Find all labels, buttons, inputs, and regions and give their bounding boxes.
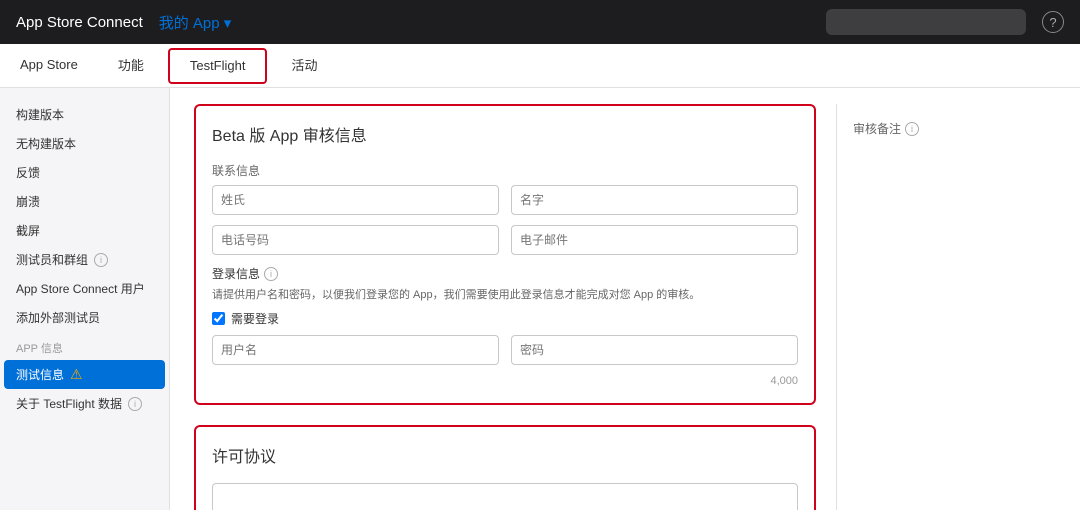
license-title: 许可协议 [212, 443, 798, 467]
beta-review-title: Beta 版 App 审核信息 [212, 122, 798, 146]
login-info-label: 登录信息 i [212, 265, 798, 282]
content-inner: Beta 版 App 审核信息 联系信息 登录信息 i 请提供用户名和密 [194, 104, 1056, 510]
license-section: 许可协议 [194, 425, 816, 510]
app-store-connect-title: App Store Connect [16, 14, 143, 31]
sidebar-item-builds[interactable]: 构建版本 [0, 100, 169, 129]
tab-bar: App Store 功能 TestFlight 活动 [0, 44, 1080, 88]
username-input[interactable] [212, 335, 499, 365]
tab-activity[interactable]: 活动 [271, 44, 337, 88]
contact-info-label: 联系信息 [212, 162, 798, 179]
sidebar-item-crashes[interactable]: 崩溃 [0, 187, 169, 216]
sidebar-item-no-builds[interactable]: 无构建版本 [0, 129, 169, 158]
email-input[interactable] [511, 225, 798, 255]
app-name-link[interactable]: 我的 App ▾ [159, 12, 232, 33]
beta-review-section: Beta 版 App 审核信息 联系信息 登录信息 i 请提供用户名和密 [194, 104, 816, 405]
about-testflight-info-icon: i [128, 397, 142, 411]
password-input[interactable] [511, 335, 798, 365]
main-layout: 构建版本 无构建版本 反馈 崩溃 截屏 测试员和群组 i App Store C… [0, 88, 1080, 510]
sidebar-item-about-testflight[interactable]: 关于 TestFlight 数据 i [0, 389, 169, 418]
content-main: Beta 版 App 审核信息 联系信息 登录信息 i 请提供用户名和密 [194, 104, 816, 510]
top-bar: App Store Connect 我的 App ▾ ? [0, 0, 1080, 44]
need-login-label: 需要登录 [231, 310, 279, 327]
char-count: 4,000 [212, 375, 798, 387]
search-input[interactable] [826, 9, 1026, 35]
review-notes-info-icon: i [905, 122, 919, 136]
tab-features[interactable]: 功能 [98, 44, 164, 88]
sidebar-section-app-info: APP 信息 [0, 332, 169, 360]
sidebar-item-asc-users[interactable]: App Store Connect 用户 [0, 274, 169, 303]
tab-app-store[interactable]: App Store [0, 44, 98, 88]
sidebar-item-add-external[interactable]: 添加外部测试员 [0, 303, 169, 332]
tab-testflight[interactable]: TestFlight [168, 48, 268, 84]
first-name-input[interactable] [511, 185, 798, 215]
sidebar-item-screenshots[interactable]: 截屏 [0, 216, 169, 245]
test-info-warning-icon: ⚠ [70, 366, 83, 383]
need-login-checkbox[interactable] [212, 312, 225, 325]
content-area: Beta 版 App 审核信息 联系信息 登录信息 i 请提供用户名和密 [170, 88, 1080, 510]
sidebar-item-test-info[interactable]: 测试信息 ⚠ [4, 360, 165, 389]
sidebar: 构建版本 无构建版本 反馈 崩溃 截屏 测试员和群组 i App Store C… [0, 88, 170, 510]
contact-row [212, 225, 798, 255]
sidebar-item-testers[interactable]: 测试员和群组 i [0, 245, 169, 274]
help-button[interactable]: ? [1042, 11, 1064, 33]
sidebar-item-feedback[interactable]: 反馈 [0, 158, 169, 187]
license-textarea[interactable] [212, 483, 798, 510]
name-row [212, 185, 798, 215]
login-description: 请提供用户名和密码，以便我们登录您的 App，我们需要使用此登录信息才能完成对您… [212, 286, 798, 302]
phone-input[interactable] [212, 225, 499, 255]
login-info-icon: i [264, 267, 278, 281]
last-name-input[interactable] [212, 185, 499, 215]
review-notes-label: 审核备注 i [853, 120, 1040, 137]
credentials-row [212, 335, 798, 365]
need-login-row: 需要登录 [212, 310, 798, 327]
testers-info-icon: i [94, 253, 108, 267]
right-panel: 审核备注 i [836, 104, 1056, 510]
